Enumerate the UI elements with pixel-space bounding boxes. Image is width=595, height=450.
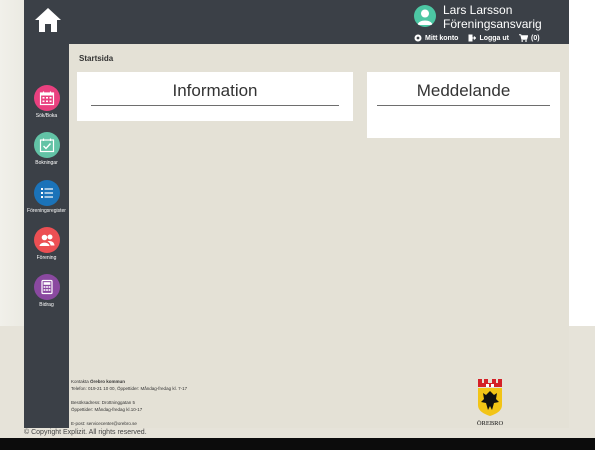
sidebar-item-foreningsregister[interactable]: Föreningsregister [24,180,69,215]
sidebar-item-bidrag[interactable]: Bidrag [24,274,69,309]
app-frame: Lars Larsson Föreningsansvarig Mitt kont… [24,0,569,428]
top-bar: Lars Larsson Föreningsansvarig Mitt kont… [24,0,569,44]
cart-icon [519,34,528,42]
cart-count: (0) [531,34,540,42]
meddelande-title: Meddelande [416,81,511,100]
account-icon [414,34,422,42]
sidebar: Sök/Boka Bokningar Föreningsregister För… [24,44,69,428]
account-link-label: Mitt konto [425,34,459,42]
calendar-icon [33,85,60,111]
avatar[interactable] [414,5,436,27]
breadcrumb: Startsida [79,54,114,63]
information-panel: Information [77,72,353,121]
sidebar-item-forening[interactable]: Förening [24,227,69,262]
sidebar-item-label: Bidrag [39,302,54,308]
logout-icon [468,34,477,42]
user-role: Föreningsansvarig [443,17,542,31]
contact-line: Kontakta Örebro kommun [71,378,187,385]
sidebar-item-label: Förening [36,255,57,261]
cart-link[interactable]: (0) [519,34,540,42]
user-name: Lars Larsson [443,3,513,17]
meddelande-panel: Meddelande [367,72,560,138]
logout-link-label: Logga ut [479,34,509,42]
orebro-crest-logo: ÖREBRO [477,379,504,427]
sidebar-item-bokningar[interactable]: Bokningar [24,132,69,167]
information-divider [91,105,339,106]
information-title: Information [172,81,258,100]
calendar-check-icon [33,132,60,158]
contact-org: Örebro kommun [90,379,126,384]
contact-info: Kontakta Örebro kommun Telefon: 019-21 1… [71,378,187,427]
main-content: Startsida Information Meddelande Kontakt… [69,44,569,428]
users-icon [33,227,60,253]
sidebar-item-label: Bokningar [35,160,58,166]
sidebar-item-sok-boka[interactable]: Sök/Boka [24,85,69,120]
contact-address: Besöksadress: Drottninggatan 5 [71,400,136,405]
sidebar-item-label: Föreningsregister [27,208,66,214]
meddelande-divider [377,105,550,106]
calculator-icon [33,274,60,300]
home-icon[interactable] [34,6,62,34]
contact-phone: Telefon: 019-21 10 00, Öppettider: Månda… [71,386,188,391]
contact-email[interactable]: E-post: servicecenter@orebro.se [71,420,187,427]
contact-prefix: Kontakta [71,379,91,384]
top-links: Mitt konto Logga ut (0) [414,33,540,43]
sidebar-item-label: Sök/Boka [35,113,58,119]
page-background-right [569,0,595,326]
window-bottom-bar [0,438,595,450]
logout-link[interactable]: Logga ut [468,34,509,42]
account-link[interactable]: Mitt konto [414,34,458,42]
contact-hours: Öppettider: Måndag-fredag kl.10-17 [71,407,143,412]
copyright: © Copyright Explizit. All rights reserve… [24,429,147,436]
user-icon [417,9,433,25]
crest-label: ÖREBRO [477,420,504,427]
list-icon [33,180,60,206]
page-background-left [0,0,24,326]
